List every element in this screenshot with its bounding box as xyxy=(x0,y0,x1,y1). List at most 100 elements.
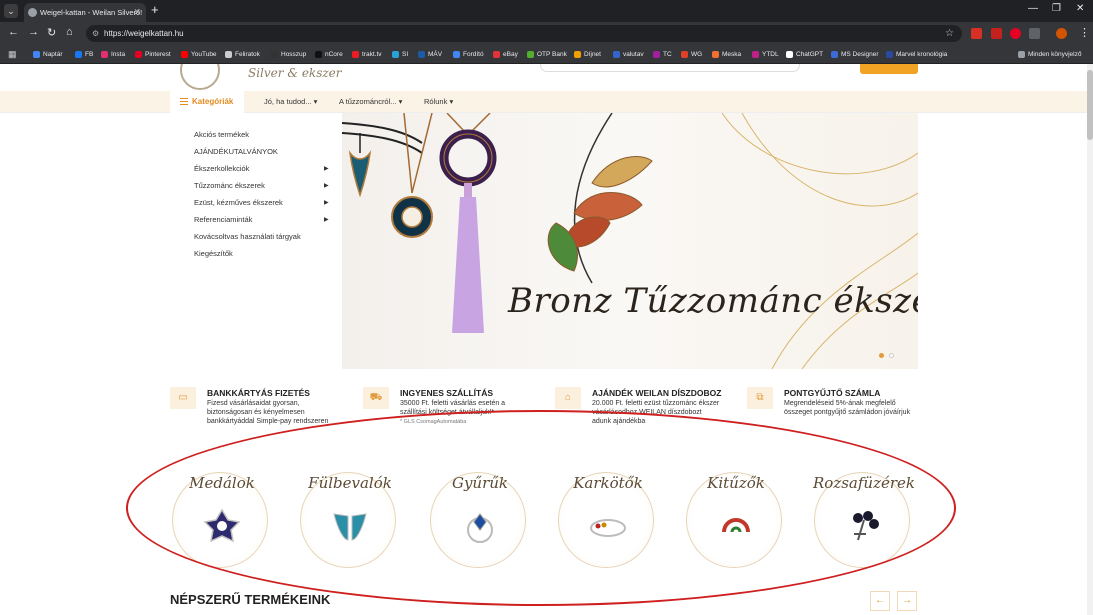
tab-search-button[interactable]: ⌄ xyxy=(4,4,18,18)
bookmark-favicon-icon xyxy=(181,51,188,58)
hero-title: Bronz Tűzzománc ékszerek xyxy=(508,281,918,321)
bookmark-meska[interactable]: Meska xyxy=(712,48,741,61)
bookmark-marvel-kronologia[interactable]: Marvel kronológia xyxy=(886,48,947,61)
active-tab[interactable]: Weigel-kattan - Weilan Silverő! ✕ xyxy=(24,3,146,22)
page-scrollbar-thumb[interactable] xyxy=(1087,70,1093,140)
bookmark-dijnet[interactable]: Díjnet xyxy=(574,48,601,61)
bookmark-si[interactable]: SI xyxy=(392,48,408,61)
bookmark-label: Fordító xyxy=(463,51,484,58)
bookmark-hosszup[interactable]: Hosszup xyxy=(271,48,306,61)
bookmark-fb[interactable]: FB xyxy=(75,48,93,61)
next-arrow-button[interactable]: → xyxy=(897,591,917,611)
carousel-dot[interactable] xyxy=(889,353,894,358)
bookmark-label: nCore xyxy=(325,51,343,58)
hamburger-icon xyxy=(180,98,188,105)
bookmark-favicon-icon xyxy=(527,51,534,58)
menu-dots-icon[interactable]: ⋮ xyxy=(1079,26,1090,39)
bookmark-ncore[interactable]: nCore xyxy=(315,48,343,61)
browser-toolbar: ← → ↻ ⌂ ⚙ https://weigelkattan.hu ☆ ⋮ xyxy=(0,22,1093,45)
minimize-icon[interactable]: — xyxy=(1028,3,1038,14)
bookmark-favicon-icon xyxy=(418,51,425,58)
home-icon[interactable]: ⌂ xyxy=(66,26,73,38)
bookmark-ms-designer[interactable]: MS Designer xyxy=(831,48,879,61)
extensions-puzzle-icon[interactable] xyxy=(1029,28,1040,39)
feature-title: BANKKÁRTYÁS FIZETÉS xyxy=(207,388,310,398)
address-bar[interactable]: ⚙ https://weigelkattan.hu ☆ xyxy=(86,25,962,42)
new-tab-button[interactable]: + xyxy=(151,2,159,17)
category-rozsafuzerek[interactable]: Rozsafüzérek xyxy=(812,470,916,570)
submenu-arrow-icon[interactable]: ▶ xyxy=(324,182,329,189)
close-window-icon[interactable]: ✕ xyxy=(1076,3,1084,14)
menu-item-rolunk[interactable]: Rólunk ▾ xyxy=(424,91,453,113)
search-input[interactable] xyxy=(540,64,800,72)
sidebar-item-kiegeszitok[interactable]: Kiegészítők xyxy=(194,249,233,258)
page-scrollbar-track[interactable] xyxy=(1087,64,1093,615)
gift-icon: ⌂ xyxy=(555,387,581,409)
extension-icon[interactable] xyxy=(971,28,982,39)
carousel-dot-active[interactable] xyxy=(879,353,884,358)
submenu-arrow-icon[interactable]: ▶ xyxy=(324,199,329,206)
tab-favicon-icon xyxy=(28,8,37,17)
categories-button[interactable]: Kategóriák xyxy=(170,91,244,113)
bookmark-mav[interactable]: MÁV xyxy=(418,48,442,61)
sidebar-item-tuzzomanc-ekszerek[interactable]: Tűzzománc ékszerek xyxy=(194,181,265,190)
bookmark-ytdl[interactable]: YTDL xyxy=(752,48,779,61)
forward-icon[interactable]: → xyxy=(28,26,39,38)
bookmark-trakt-tv[interactable]: trakt.tv xyxy=(352,48,382,61)
bookmark-favicon-icon xyxy=(75,51,82,58)
bookmark-feliratok[interactable]: Feliratok xyxy=(225,48,260,61)
site-info-icon[interactable]: ⚙ xyxy=(92,25,99,42)
sidebar-item-ajandekutalvanyok[interactable]: AJÁNDÉKUTALVÁNYOK xyxy=(194,147,278,156)
menu-item-jo-ha-tudod[interactable]: Jó, ha tudod... ▾ xyxy=(264,91,317,113)
folder-icon xyxy=(1018,51,1025,58)
bookmark-insta[interactable]: Insta xyxy=(101,48,125,61)
pinterest-extension-icon[interactable] xyxy=(1010,28,1021,39)
bookmark-chatgpt[interactable]: ChatGPT xyxy=(786,48,823,61)
popular-products-title: NÉPSZERŰ TERMÉKEINK xyxy=(170,592,331,607)
apps-grid-icon[interactable]: ▦ xyxy=(8,48,17,61)
bookmark-naptar[interactable]: Naptár xyxy=(33,48,63,61)
cart-button[interactable] xyxy=(860,64,918,74)
prev-arrow-button[interactable]: ← xyxy=(870,591,890,611)
site-logo-emblem[interactable] xyxy=(180,64,220,90)
submenu-arrow-icon[interactable]: ▶ xyxy=(324,216,329,223)
maximize-icon[interactable]: ❐ xyxy=(1052,3,1061,14)
bookmark-fordito[interactable]: Fordító xyxy=(453,48,484,61)
hero-banner[interactable]: Bronz Tűzzománc ékszerek xyxy=(342,113,918,369)
menu-item-tuzzomancrol[interactable]: A tűzzománcról... ▾ xyxy=(339,91,402,113)
site-logo-text[interactable]: Silver & ekszer xyxy=(248,66,342,80)
bookmark-star-icon[interactable]: ☆ xyxy=(945,25,954,42)
back-icon[interactable]: ← xyxy=(8,26,19,38)
sidebar-item-ekszerkollekciok[interactable]: Ékszerkollekciók xyxy=(194,164,249,173)
sidebar-item-ezust-kezmuves-ekszerek[interactable]: Ezüst, kézműves ékszerek xyxy=(194,198,283,207)
bookmark-wg[interactable]: WG xyxy=(681,48,702,61)
bookmark-favicon-icon xyxy=(135,51,142,58)
bookmark-favicon-icon xyxy=(653,51,660,58)
sidebar-item-referenciamintak[interactable]: Referenciaminták xyxy=(194,215,252,224)
bookmark-valutav[interactable]: valutav xyxy=(613,48,644,61)
tab-close-icon[interactable]: ✕ xyxy=(133,3,141,22)
submenu-arrow-icon[interactable]: ▶ xyxy=(324,165,329,172)
profile-avatar[interactable] xyxy=(1056,28,1067,39)
category-medalok[interactable]: Medálok xyxy=(170,470,274,570)
bookmark-ebay[interactable]: eBay xyxy=(493,48,518,61)
feature-title: PONTGYŰJTŐ SZÁMLA xyxy=(784,388,881,398)
bookmark-label: Marvel kronológia xyxy=(896,51,948,58)
bookmark-pinterest[interactable]: Pinterest xyxy=(135,48,171,61)
category-fulbevalok[interactable]: Fülbevalók xyxy=(298,470,402,570)
category-gyuruk[interactable]: Gyűrűk xyxy=(428,470,532,570)
category-karkotok[interactable]: Karkötők xyxy=(556,470,660,570)
bookmark-favicon-icon xyxy=(453,51,460,58)
reload-icon[interactable]: ↻ xyxy=(47,26,56,39)
feature-title: AJÁNDÉK WEILAN DÍSZDOBOZ xyxy=(592,388,722,398)
bookmark-youtube[interactable]: YouTube xyxy=(181,48,217,61)
sidebar-item-kovacsoltvas-hasznalati-targyak[interactable]: Kovácsoltvas használati tárgyak xyxy=(194,232,301,241)
bookmark-otp-bank[interactable]: OTP Bank xyxy=(527,48,567,61)
other-bookmarks-folder[interactable]: Minden könyvjelző xyxy=(1018,48,1081,61)
sidebar-item-akcios-termekek[interactable]: Akciós termékek xyxy=(194,130,249,139)
tab-title: Weigel-kattan - Weilan Silverő! xyxy=(40,8,143,17)
browser-tab-strip: ⌄ Weigel-kattan - Weilan Silverő! ✕ + — … xyxy=(0,0,1093,22)
category-kituzok[interactable]: Kitűzők xyxy=(684,470,788,570)
bookmark-tc[interactable]: TC xyxy=(653,48,672,61)
extension-icon[interactable] xyxy=(991,28,1002,39)
